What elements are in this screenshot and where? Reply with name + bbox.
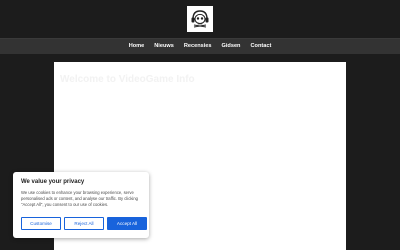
page-title: Welcome to VideoGame Info bbox=[60, 74, 195, 85]
site-logo[interactable] bbox=[187, 6, 213, 32]
cookie-banner-title: We value your privacy bbox=[21, 179, 85, 185]
nav-menu: Home Nieuws Recensies Gidsen Contact bbox=[0, 39, 400, 54]
reject-all-button[interactable]: Reject All bbox=[64, 217, 104, 230]
skull-headphones-logo-icon bbox=[191, 10, 209, 28]
nav-item-recensies[interactable]: Recensies bbox=[179, 39, 217, 54]
accept-all-button[interactable]: Accept All bbox=[107, 217, 147, 230]
cookie-banner-description: We use cookies to enhance your browsing … bbox=[21, 190, 139, 207]
nav-item-nieuws[interactable]: Nieuws bbox=[149, 39, 179, 54]
page: Home Nieuws Recensies Gidsen Contact Wel… bbox=[0, 0, 400, 250]
cookie-banner-actions: Customise Reject All Accept All bbox=[21, 217, 147, 231]
customise-button[interactable]: Customise bbox=[21, 217, 61, 230]
main-navigation: Home Nieuws Recensies Gidsen Contact bbox=[0, 38, 400, 54]
nav-item-gidsen[interactable]: Gidsen bbox=[217, 39, 246, 54]
nav-item-home[interactable]: Home bbox=[124, 39, 150, 54]
cookie-consent-banner: We value your privacy We use cookies to … bbox=[13, 172, 149, 238]
nav-item-contact[interactable]: Contact bbox=[245, 39, 276, 54]
